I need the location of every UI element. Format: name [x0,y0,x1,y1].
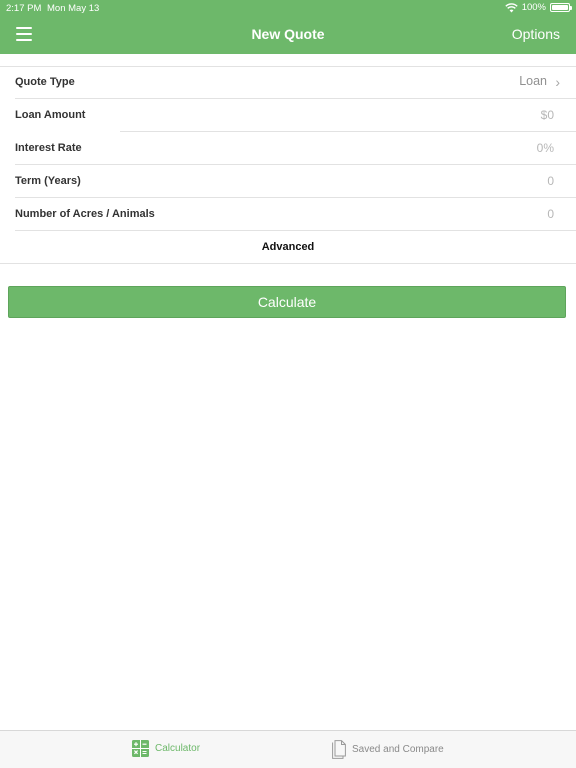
term-years-input[interactable]: 0 [547,174,554,188]
acres-animals-input[interactable]: 0 [547,207,554,221]
tab-calculator-label: Calculator [155,743,201,754]
battery-percent: 100% [521,2,546,13]
quote-type-value: Loan [519,74,547,88]
document-icon [332,740,346,759]
nav-bar: New Quote Options [0,16,576,54]
app-header: 2:17 PM Mon May 13 100% New Quote Option… [0,0,576,54]
row-divider [15,98,576,99]
tab-calculator[interactable]: Calculator [132,740,200,757]
loan-amount-input[interactable]: $0 [541,108,554,122]
battery-fill [552,5,568,10]
row-divider [15,164,576,165]
interest-rate-input[interactable]: 0% [537,141,554,155]
row-divider [15,197,576,198]
term-years-row[interactable]: Term (Years) 0 [0,165,576,198]
quote-type-row[interactable]: Quote Type Loan › [0,66,576,99]
loan-amount-row[interactable]: Loan Amount $0 [0,99,576,132]
row-divider [120,131,576,132]
status-date: Mon May 13 [47,3,100,14]
tab-saved-and-compare[interactable]: Saved and Compare [332,740,444,759]
status-bar: 2:17 PM Mon May 13 100% [0,0,576,16]
tab-bar: Calculator Saved and Compare [0,730,576,768]
status-right: 100% [504,2,572,13]
tab-saved-label: Saved and Compare [352,744,444,755]
page-title: New Quote [251,26,325,42]
options-button[interactable]: Options [512,26,560,42]
acres-animals-row[interactable]: Number of Acres / Animals 0 [0,198,576,231]
term-years-label: Term (Years) [15,175,81,187]
acres-animals-label: Number of Acres / Animals [15,208,155,220]
chevron-right-icon: › [555,74,560,90]
form-bottom-divider [0,263,576,264]
status-time: 2:17 PM [6,3,42,14]
calculate-button[interactable]: Calculate [8,286,566,318]
quote-type-label: Quote Type [15,76,75,88]
battery-icon [550,3,572,12]
quote-form: Quote Type Loan › Loan Amount $0 Interes… [0,66,576,231]
app-window: 2:17 PM Mon May 13 100% New Quote Option… [0,0,576,768]
interest-rate-label: Interest Rate [15,142,82,154]
interest-rate-row[interactable]: Interest Rate 0% [0,132,576,165]
loan-amount-label: Loan Amount [15,109,86,121]
calculator-icon [132,740,149,757]
wifi-icon [504,2,518,12]
advanced-button[interactable]: Advanced [0,231,576,264]
